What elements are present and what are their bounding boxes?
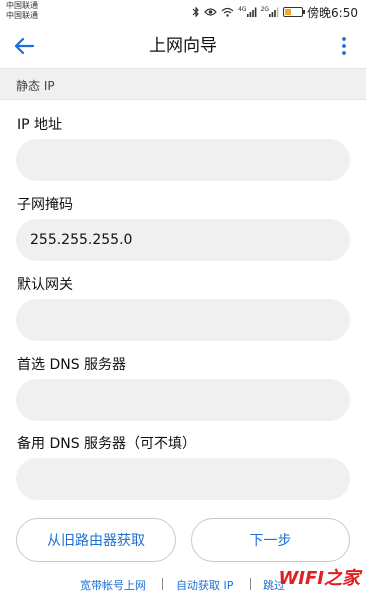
network-type-2: 2G — [260, 6, 270, 13]
arrow-left-icon — [14, 37, 35, 55]
section-title: 静态 IP — [16, 79, 55, 93]
default-gateway-label: 默认网关 — [17, 277, 73, 293]
auto-ip-link[interactable]: 自动获取 IP — [176, 577, 233, 593]
primary-dns-label: 首选 DNS 服务器 — [17, 357, 127, 373]
ip-address-label: IP 地址 — [17, 117, 63, 133]
default-gateway-input[interactable] — [16, 299, 350, 341]
carrier-name-1: 中国联通 — [6, 1, 38, 10]
get-from-old-router-button[interactable]: 从旧路由器获取 — [16, 518, 176, 562]
status-bar: 中国联通 中国联通 4G 2G 傍晚6:50 — [0, 0, 366, 24]
network-type-1: 4G — [238, 6, 247, 13]
secondary-dns-input[interactable] — [16, 458, 350, 500]
status-icons: 4G 2G 傍晚6:50 — [192, 3, 358, 21]
next-step-button[interactable]: 下一步 — [191, 518, 350, 562]
more-options-button[interactable] — [336, 34, 352, 58]
watermark-logo: WIFI之家 — [278, 568, 360, 589]
back-button[interactable] — [10, 32, 38, 60]
carrier-info: 中国联通 中国联通 — [6, 1, 38, 21]
battery-icon — [283, 7, 306, 17]
bluetooth-icon — [192, 6, 200, 18]
broadband-account-link[interactable]: 宽带帐号上网 — [80, 577, 146, 593]
subnet-mask-input[interactable] — [16, 219, 350, 261]
section-header: 静态 IP — [0, 68, 366, 100]
link-divider — [250, 578, 251, 590]
page-title: 上网向导 — [149, 36, 217, 56]
wifi-icon — [221, 7, 234, 17]
more-vertical-icon — [342, 37, 346, 55]
ip-address-input[interactable] — [16, 139, 350, 181]
eye-icon — [204, 7, 217, 17]
link-divider — [162, 578, 163, 590]
secondary-dns-label: 备用 DNS 服务器（可不填） — [17, 436, 197, 452]
battery-level — [285, 9, 292, 15]
signal-icon-1: 4G — [238, 7, 256, 17]
primary-dns-input[interactable] — [16, 379, 350, 421]
subnet-mask-label: 子网掩码 — [17, 197, 73, 213]
carrier-name-2: 中国联通 — [6, 11, 38, 20]
signal-icon-2: 2G — [261, 7, 279, 17]
app-bar: 上网向导 — [0, 24, 366, 68]
clock: 傍晚6:50 — [307, 5, 358, 20]
